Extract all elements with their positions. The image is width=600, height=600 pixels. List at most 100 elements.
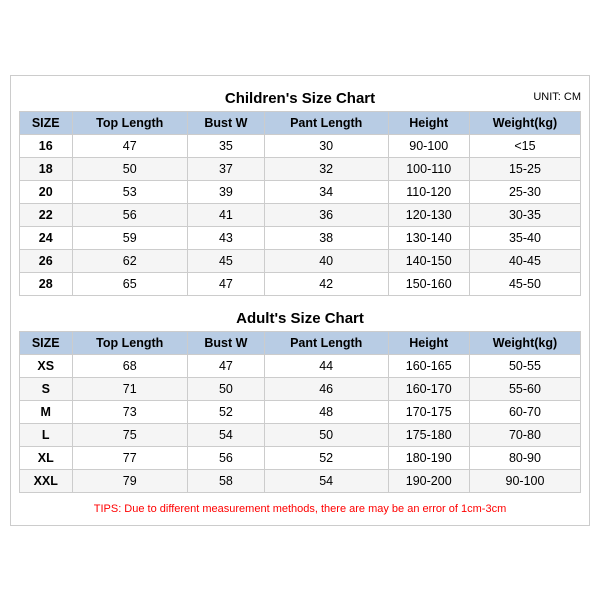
adults-cell: XL (20, 446, 73, 469)
children-cell: 62 (72, 249, 187, 272)
children-cell: 47 (187, 272, 264, 295)
adults-cell: XXL (20, 469, 73, 492)
children-cell: 20 (20, 180, 73, 203)
children-cell: 24 (20, 226, 73, 249)
children-cell: 38 (264, 226, 388, 249)
adults-title-text: Adult's Size Chart (236, 310, 364, 327)
children-cell: 16 (20, 134, 73, 157)
adults-cell: 160-170 (388, 377, 469, 400)
children-col-header: Weight(kg) (469, 111, 580, 134)
children-cell: 110-120 (388, 180, 469, 203)
children-cell: 41 (187, 203, 264, 226)
adults-cell: 190-200 (388, 469, 469, 492)
adults-col-header: SIZE (20, 331, 73, 354)
adults-col-header: Top Length (72, 331, 187, 354)
adults-cell: 50 (187, 377, 264, 400)
adults-cell: 79 (72, 469, 187, 492)
children-cell: 37 (187, 157, 264, 180)
children-col-header: SIZE (20, 111, 73, 134)
children-data-row: 20533934110-12025-30 (20, 180, 581, 203)
children-cell: 59 (72, 226, 187, 249)
adults-cell: 80-90 (469, 446, 580, 469)
adults-cell: 68 (72, 354, 187, 377)
adults-col-header: Height (388, 331, 469, 354)
children-cell: 56 (72, 203, 187, 226)
children-header-row: SIZETop LengthBust WPant LengthHeightWei… (20, 111, 581, 134)
children-cell: 32 (264, 157, 388, 180)
children-cell: 26 (20, 249, 73, 272)
children-cell: 25-30 (469, 180, 580, 203)
adults-cell: 50-55 (469, 354, 580, 377)
children-col-header: Pant Length (264, 111, 388, 134)
children-cell: 47 (72, 134, 187, 157)
children-cell: 150-160 (388, 272, 469, 295)
adults-data-row: L755450175-18070-80 (20, 423, 581, 446)
children-data-row: 24594338130-14035-40 (20, 226, 581, 249)
adults-cell: 60-70 (469, 400, 580, 423)
children-cell: 42 (264, 272, 388, 295)
adults-cell: 71 (72, 377, 187, 400)
children-cell: 22 (20, 203, 73, 226)
adults-cell: 90-100 (469, 469, 580, 492)
adults-cell: 54 (187, 423, 264, 446)
adults-col-header: Weight(kg) (469, 331, 580, 354)
children-col-header: Height (388, 111, 469, 134)
adults-cell: 75 (72, 423, 187, 446)
children-cell: 28 (20, 272, 73, 295)
children-cell: 140-150 (388, 249, 469, 272)
children-cell: 45-50 (469, 272, 580, 295)
adults-table: SIZETop LengthBust WPant LengthHeightWei… (19, 331, 581, 493)
children-cell: 39 (187, 180, 264, 203)
adults-cell: XS (20, 354, 73, 377)
children-data-row: 26624540140-15040-45 (20, 249, 581, 272)
tips-text: TIPS: Due to different measurement metho… (19, 499, 581, 517)
children-cell: <15 (469, 134, 580, 157)
adults-cell: 52 (264, 446, 388, 469)
children-cell: 18 (20, 157, 73, 180)
adults-cell: 46 (264, 377, 388, 400)
children-cell: 40-45 (469, 249, 580, 272)
children-cell: 30-35 (469, 203, 580, 226)
children-cell: 43 (187, 226, 264, 249)
adults-cell: 170-175 (388, 400, 469, 423)
children-cell: 45 (187, 249, 264, 272)
adults-data-row: M735248170-17560-70 (20, 400, 581, 423)
children-data-row: 28654742150-16045-50 (20, 272, 581, 295)
adults-cell: S (20, 377, 73, 400)
adults-cell: 180-190 (388, 446, 469, 469)
adults-header-row: SIZETop LengthBust WPant LengthHeightWei… (20, 331, 581, 354)
children-col-header: Top Length (72, 111, 187, 134)
adults-cell: 50 (264, 423, 388, 446)
adults-cell: 47 (187, 354, 264, 377)
children-cell: 53 (72, 180, 187, 203)
children-data-row: 22564136120-13030-35 (20, 203, 581, 226)
children-cell: 30 (264, 134, 388, 157)
children-cell: 50 (72, 157, 187, 180)
adults-cell: 56 (187, 446, 264, 469)
adults-cell: L (20, 423, 73, 446)
children-data-row: 1647353090-100<15 (20, 134, 581, 157)
adults-col-header: Pant Length (264, 331, 388, 354)
children-title: Children's Size Chart UNIT: CM (19, 84, 581, 111)
adults-cell: 52 (187, 400, 264, 423)
size-chart-container: Children's Size Chart UNIT: CM SIZETop L… (10, 75, 590, 526)
adults-data-row: XS684744160-16550-55 (20, 354, 581, 377)
children-cell: 35-40 (469, 226, 580, 249)
children-cell: 90-100 (388, 134, 469, 157)
adults-col-header: Bust W (187, 331, 264, 354)
children-table: SIZETop LengthBust WPant LengthHeightWei… (19, 111, 581, 296)
children-cell: 40 (264, 249, 388, 272)
adults-cell: 73 (72, 400, 187, 423)
adults-cell: M (20, 400, 73, 423)
adults-data-row: S715046160-17055-60 (20, 377, 581, 400)
adults-cell: 48 (264, 400, 388, 423)
adults-cell: 54 (264, 469, 388, 492)
children-cell: 100-110 (388, 157, 469, 180)
adults-data-row: XL775652180-19080-90 (20, 446, 581, 469)
children-cell: 34 (264, 180, 388, 203)
children-data-row: 18503732100-11015-25 (20, 157, 581, 180)
children-cell: 120-130 (388, 203, 469, 226)
children-cell: 15-25 (469, 157, 580, 180)
children-cell: 35 (187, 134, 264, 157)
children-title-text: Children's Size Chart (225, 90, 375, 107)
